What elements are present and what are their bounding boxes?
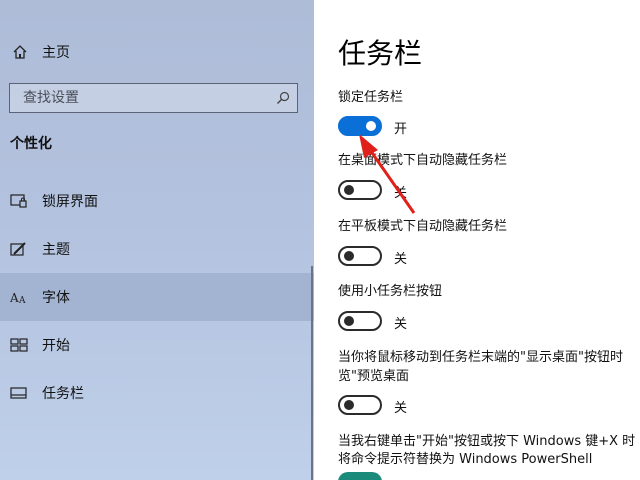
sidebar-item-label: 任务栏 bbox=[42, 386, 84, 402]
sidebar-item-label: 锁屏界面 bbox=[42, 194, 98, 210]
sidebar-item-theme[interactable]: 主题 bbox=[0, 225, 314, 273]
svg-text:A: A bbox=[18, 296, 26, 305]
svg-text:A: A bbox=[10, 291, 19, 305]
setting-powershell-label-line2: 将命令提示符替换为 Windows PowerShell bbox=[338, 452, 593, 467]
auto-hide-desktop-toggle[interactable] bbox=[338, 180, 382, 200]
lock-screen-icon bbox=[10, 194, 27, 208]
sidebar-item-label: 字体 bbox=[42, 290, 70, 306]
font-icon: A A bbox=[10, 291, 26, 305]
taskbar-icon bbox=[10, 387, 27, 399]
sidebar-scrollbar[interactable] bbox=[311, 266, 313, 480]
search-box[interactable] bbox=[9, 83, 298, 113]
settings-sidebar: 主页 个性化 锁屏界面 主题 A A 字体 bbox=[0, 0, 314, 480]
toggle-knob bbox=[344, 316, 354, 326]
setting-peek-label-line1: 当你将鼠标移动到任务栏末端的"显示桌面"按钮时 bbox=[338, 350, 623, 365]
toggle-knob bbox=[344, 185, 354, 195]
sidebar-item-label: 开始 bbox=[42, 338, 70, 354]
sidebar-item-taskbar[interactable]: 任务栏 bbox=[0, 369, 314, 417]
search-icon[interactable] bbox=[276, 91, 290, 105]
taskbar-settings-panel: 任务栏 锁定任务栏 开 在桌面模式下自动隐藏任务栏 关 在平板模式下自动隐藏任务… bbox=[314, 0, 640, 480]
nav-home-label: 主页 bbox=[42, 45, 70, 61]
auto-hide-tablet-toggle[interactable] bbox=[338, 246, 382, 266]
setting-powershell-label-line1: 当我右键单击"开始"按钮或按下 Windows 键+X 时 bbox=[338, 434, 636, 449]
toggle-state-label: 关 bbox=[394, 252, 408, 267]
sidebar-item-lock-screen[interactable]: 锁屏界面 bbox=[0, 177, 314, 225]
setting-lock-taskbar-label: 锁定任务栏 bbox=[338, 90, 404, 105]
home-icon bbox=[13, 45, 27, 59]
lock-taskbar-toggle[interactable] bbox=[338, 116, 382, 136]
sidebar-item-label: 主题 bbox=[42, 242, 70, 258]
section-title: 个性化 bbox=[10, 136, 52, 152]
setting-peek-label-line2: 览"预览桌面 bbox=[338, 369, 409, 384]
toggle-state-label: 关 bbox=[394, 401, 408, 416]
theme-brush-icon bbox=[10, 242, 26, 256]
setting-auto-hide-desktop-label: 在桌面模式下自动隐藏任务栏 bbox=[338, 153, 508, 168]
toggle-state-label: 开 bbox=[394, 122, 408, 137]
toggle-knob bbox=[344, 251, 354, 261]
toggle-state-label: 关 bbox=[394, 317, 408, 332]
setting-small-buttons-label: 使用小任务栏按钮 bbox=[338, 284, 443, 299]
toggle-knob bbox=[344, 400, 354, 410]
nav-home[interactable]: 主页 bbox=[0, 34, 314, 70]
page-title: 任务栏 bbox=[338, 37, 423, 70]
powershell-toggle[interactable] bbox=[338, 472, 382, 480]
toggle-knob bbox=[366, 121, 376, 131]
start-tiles-icon bbox=[10, 338, 28, 352]
setting-auto-hide-tablet-label: 在平板模式下自动隐藏任务栏 bbox=[338, 219, 508, 234]
search-input[interactable] bbox=[10, 84, 270, 112]
sidebar-item-fonts[interactable]: A A 字体 bbox=[0, 273, 314, 321]
small-buttons-toggle[interactable] bbox=[338, 311, 382, 331]
sidebar-item-start[interactable]: 开始 bbox=[0, 321, 314, 369]
peek-desktop-toggle[interactable] bbox=[338, 395, 382, 415]
toggle-state-label: 关 bbox=[394, 186, 408, 201]
